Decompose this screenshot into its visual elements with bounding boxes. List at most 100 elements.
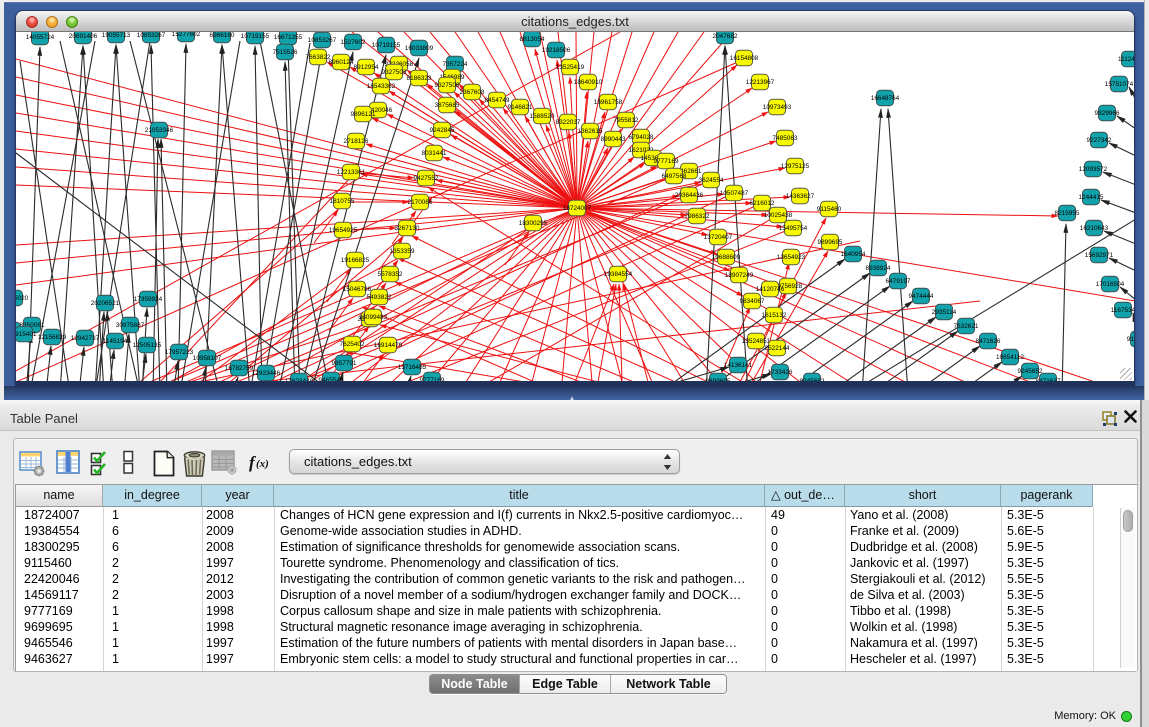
svg-text:12975125: 12975125 [781, 163, 810, 170]
svg-text:7515526: 7515526 [273, 49, 298, 56]
svg-text:8454749: 8454749 [485, 97, 510, 104]
svg-text:9245652: 9245652 [1018, 368, 1043, 375]
svg-text:16033809: 16033809 [405, 45, 434, 52]
svg-text:2935114: 2935114 [932, 309, 957, 316]
svg-text:8215955: 8215955 [1055, 210, 1080, 217]
svg-text:13524851: 13524851 [742, 338, 771, 345]
svg-text:12213361: 12213361 [337, 169, 366, 176]
svg-text:15692971: 15692971 [1085, 252, 1114, 259]
svg-text:12923446: 12923446 [252, 370, 281, 377]
svg-text:18724007: 18724007 [563, 205, 592, 212]
svg-text:13654923: 13654923 [777, 254, 806, 261]
svg-text:12213967: 12213967 [746, 79, 775, 86]
svg-text:13720407: 13720407 [704, 234, 733, 241]
svg-text:1244415: 1244415 [1079, 194, 1104, 201]
svg-text:6479197: 6479197 [886, 278, 911, 285]
svg-text:8322037: 8322037 [556, 119, 581, 126]
svg-text:17359924: 17359924 [134, 296, 163, 303]
svg-text:12505135: 12505135 [133, 342, 162, 349]
svg-text:16543362: 16543362 [367, 83, 396, 90]
svg-text:9834067: 9834067 [740, 298, 765, 305]
svg-text:19055713: 19055713 [102, 32, 131, 39]
svg-text:8938924: 8938924 [866, 265, 891, 272]
svg-text:1810755: 1810755 [330, 198, 355, 205]
svg-text:9146821: 9146821 [508, 104, 533, 111]
svg-text:5578352: 5578352 [378, 271, 403, 278]
svg-text:12156829: 12156829 [38, 334, 67, 341]
svg-text:20691406: 20691406 [69, 33, 98, 40]
svg-text:1167534: 1167534 [1111, 307, 1134, 314]
svg-text:10507487: 10507487 [720, 190, 749, 197]
svg-text:14136141: 14136141 [724, 362, 753, 369]
svg-text:5493822: 5493822 [367, 294, 392, 301]
svg-text:10025438: 10025438 [764, 212, 793, 219]
svg-text:1112453: 1112453 [1118, 56, 1134, 63]
svg-text:3267130: 3267130 [395, 225, 420, 232]
svg-text:13525419: 13525419 [556, 64, 585, 71]
svg-text:16961758: 16961758 [594, 99, 623, 106]
svg-text:7625402: 7625402 [340, 341, 365, 348]
svg-text:9242845: 9242845 [430, 127, 455, 134]
svg-text:9329966: 9329966 [1095, 110, 1120, 117]
svg-text:16154808: 16154808 [730, 55, 759, 62]
svg-text:7955812: 7955812 [614, 117, 639, 124]
svg-text:1527602: 1527602 [341, 39, 366, 46]
svg-text:9327503: 9327503 [382, 69, 407, 76]
svg-text:18640910: 18640910 [574, 79, 603, 86]
svg-text:7632621: 7632621 [954, 323, 979, 330]
svg-text:16648764: 16648764 [871, 95, 900, 102]
svg-text:14120746: 14120746 [756, 286, 785, 293]
svg-text:3624554: 3624554 [699, 177, 724, 184]
svg-text:7485063: 7485063 [773, 135, 798, 142]
svg-text:2718126: 2718126 [344, 138, 369, 145]
svg-text:2170066: 2170066 [408, 199, 433, 206]
svg-text:10719155: 10719155 [372, 42, 401, 49]
svg-text:26265020: 26265020 [16, 295, 29, 302]
svg-text:13716485: 13716485 [398, 364, 427, 371]
svg-text:6497568: 6497568 [662, 173, 687, 180]
svg-text:20206521: 20206521 [91, 300, 120, 307]
svg-text:8031441: 8031441 [422, 150, 447, 157]
svg-text:10719155: 10719155 [241, 33, 270, 40]
svg-text:14055724: 14055724 [26, 34, 55, 41]
svg-text:8186323: 8186323 [407, 75, 432, 82]
svg-text:15046786: 15046786 [343, 286, 372, 293]
svg-text:1733426: 1733426 [768, 369, 793, 376]
svg-text:16914479: 16914479 [374, 342, 403, 349]
svg-text:3875685: 3875685 [435, 102, 460, 109]
svg-text:8813054: 8813054 [520, 36, 545, 43]
svg-text:8912954: 8912954 [354, 64, 379, 71]
svg-text:(x): (x) [256, 458, 269, 470]
svg-text:9115460: 9115460 [817, 206, 842, 213]
svg-text:30975887: 30975887 [116, 322, 145, 329]
svg-text:7357224: 7357224 [443, 61, 468, 68]
svg-text:9899695: 9899695 [818, 239, 843, 246]
svg-text:9857791: 9857791 [332, 360, 357, 367]
svg-text:17957223: 17957223 [165, 349, 194, 356]
svg-text:9474444: 9474444 [909, 293, 934, 300]
svg-text:10688609: 10688609 [712, 254, 741, 261]
svg-text:21053346: 21053346 [145, 127, 174, 134]
svg-text:9227342: 9227342 [1087, 137, 1112, 144]
svg-text:15751074: 15751074 [1105, 81, 1134, 88]
svg-text:17016504: 17016504 [1096, 281, 1125, 288]
svg-text:10973493: 10973493 [763, 104, 792, 111]
svg-text:10853267: 10853267 [137, 32, 166, 39]
svg-text:2367608: 2367608 [460, 89, 485, 96]
svg-text:1353359: 1353359 [390, 248, 415, 255]
svg-text:7663822: 7663822 [306, 54, 331, 61]
svg-text:19654925: 19654925 [329, 227, 358, 234]
svg-text:12093572: 12093572 [1079, 166, 1108, 173]
svg-text:9327508: 9327508 [435, 82, 460, 89]
svg-text:20364436: 20364436 [675, 192, 704, 199]
svg-text:3915401: 3915401 [16, 331, 37, 338]
svg-text:8471626: 8471626 [976, 338, 1001, 345]
svg-text:1640954: 1640954 [841, 251, 866, 258]
svg-text:1145194: 1145194 [103, 338, 128, 345]
svg-text:18300295: 18300295 [519, 220, 548, 227]
svg-text:9896121: 9896121 [351, 111, 376, 118]
svg-text:9427552: 9427552 [414, 175, 439, 182]
svg-text:16782759: 16782759 [225, 365, 254, 372]
svg-text:1362615: 1362615 [578, 128, 603, 135]
svg-text:6966160: 6966160 [210, 32, 235, 39]
